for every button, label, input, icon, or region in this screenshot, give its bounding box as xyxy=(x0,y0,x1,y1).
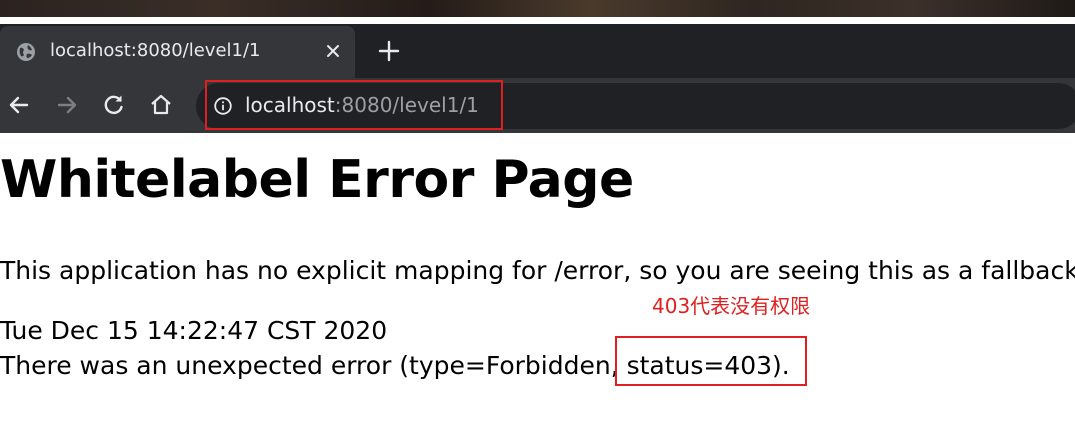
desktop-wallpaper-strip xyxy=(0,0,1075,17)
home-button[interactable] xyxy=(146,90,176,120)
plus-icon xyxy=(378,40,400,62)
new-tab-button[interactable] xyxy=(374,36,404,66)
reload-icon xyxy=(104,95,123,114)
browser-toolbar: localhost:8080/level1/1 xyxy=(0,78,1075,133)
window-gap xyxy=(0,17,1075,24)
back-icon xyxy=(9,96,29,114)
error-timestamp: Tue Dec 15 14:22:47 CST 2020 xyxy=(0,316,388,345)
home-icon xyxy=(151,94,171,115)
annotation-box-address xyxy=(205,80,503,130)
tab-title: localhost:8080/level1/1 xyxy=(50,40,261,61)
annotation-box-status xyxy=(615,336,807,386)
reload-button[interactable] xyxy=(99,90,129,120)
annotation-note: 403代表没有权限 xyxy=(652,294,811,318)
close-icon[interactable] xyxy=(320,38,346,64)
globe-icon xyxy=(16,42,36,62)
tab-active[interactable]: localhost:8080/level1/1 xyxy=(0,26,355,78)
forward-button[interactable] xyxy=(52,90,82,120)
page-title: Whitelabel Error Page xyxy=(0,150,634,210)
forward-icon xyxy=(57,96,77,114)
tab-strip: localhost:8080/level1/1 xyxy=(0,24,1075,78)
error-message: This application has no explicit mapping… xyxy=(0,256,1075,285)
back-button[interactable] xyxy=(4,90,34,120)
